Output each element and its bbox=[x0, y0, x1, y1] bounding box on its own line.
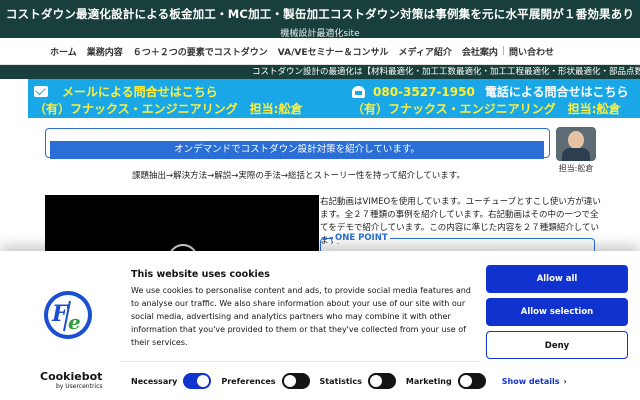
show-details-link[interactable]: Show details › bbox=[502, 377, 567, 386]
nav-cost-elements[interactable]: ６つ＋２つの要素でコストダウン bbox=[133, 45, 268, 58]
mail-contact-banner[interactable]: メールによる問合せはこちら （有）フナックス・エンジニアリング 担当:舩倉 bbox=[28, 79, 320, 118]
cookie-body: We use cookies to personalise content an… bbox=[131, 286, 471, 347]
preferences-switch[interactable] bbox=[281, 373, 310, 389]
toggle-statistics: Statistics bbox=[320, 373, 396, 389]
statistics-switch[interactable] bbox=[367, 373, 396, 389]
mail-icon bbox=[34, 86, 48, 97]
marketing-switch[interactable] bbox=[457, 373, 486, 389]
nav-company[interactable]: 会社案内 bbox=[462, 45, 498, 58]
deny-button[interactable]: Deny bbox=[486, 331, 628, 359]
staff-profile: 担当:舩倉 bbox=[552, 127, 600, 173]
main-nav: ホーム 業務内容 ６つ＋２つの要素でコストダウン VA/VEセミナー＆コンサル … bbox=[0, 38, 640, 65]
site-headline: コストダウン最適化設計による板金加工・MC加工・製缶加工コストダウン対策は事例集… bbox=[5, 7, 635, 21]
cookie-consent-dialog: F e Cookiebot by Usercentrics This websi… bbox=[0, 251, 640, 400]
cookiebot-logo: Cookiebot bbox=[40, 370, 103, 383]
cookie-title: This website uses cookies bbox=[131, 269, 270, 280]
mail-contact-title: メールによる問合せはこちら bbox=[62, 85, 218, 99]
toggle-label: Necessary bbox=[131, 376, 178, 386]
tel-contact-banner[interactable]: 080-3527-1950 電話による問合せはこちら （有）フナックス・エンジニ… bbox=[320, 79, 640, 118]
toggle-label: Statistics bbox=[319, 376, 362, 386]
allow-all-button[interactable]: Allow all bbox=[486, 265, 628, 293]
avatar bbox=[556, 127, 596, 161]
nav-home[interactable]: ホーム bbox=[50, 45, 77, 58]
show-details-label: Show details bbox=[501, 376, 560, 386]
one-point-box: ONE POINT bbox=[320, 233, 595, 252]
mail-contact-company: （有）フナックス・エンジニアリング 担当:舩倉 bbox=[34, 102, 303, 116]
toggle-necessary: Necessary bbox=[131, 373, 212, 389]
toggle-label: Marketing bbox=[405, 376, 452, 386]
svg-text:e: e bbox=[68, 310, 81, 334]
cookie-toggles: Necessary Preferences Statistics Marketi… bbox=[131, 373, 567, 389]
site-header: コストダウン最適化設計による板金加工・MC加工・製缶加工コストダウン対策は事例集… bbox=[0, 0, 640, 39]
necessary-switch[interactable] bbox=[183, 373, 212, 389]
nav-contact[interactable]: 問い合わせ bbox=[509, 45, 554, 58]
tel-contact-company: （有）フナックス・エンジニアリング 担当:舩倉 bbox=[352, 102, 621, 116]
allow-selection-button[interactable]: Allow selection bbox=[486, 298, 628, 326]
one-point-label: ONE POINT bbox=[333, 233, 390, 243]
nav-seminar[interactable]: VA/VEセミナー＆コンサル bbox=[278, 45, 389, 58]
avatar-label: 担当:舩倉 bbox=[558, 164, 594, 173]
nav-media[interactable]: メディア紹介 bbox=[399, 45, 452, 58]
toggle-preferences: Preferences bbox=[221, 373, 310, 389]
tel-contact-title: 電話による問合せはこちら bbox=[484, 85, 629, 99]
news-ticker: コストダウン設計の最適化は【材料最適化・加工工数最適化・加工工程最適化・形状最適… bbox=[0, 65, 640, 79]
phone-icon bbox=[352, 85, 365, 98]
nav-divider: | bbox=[501, 46, 505, 56]
toggle-label: Preferences bbox=[221, 376, 276, 386]
intro-heading: オンデマンドでコストダウン設計対策を紹介しています。 bbox=[50, 141, 544, 159]
chevron-right-icon: › bbox=[563, 376, 567, 386]
video-player[interactable] bbox=[45, 195, 319, 274]
cookiebot-sub: by Usercentrics bbox=[56, 383, 103, 390]
company-logo-icon: F e bbox=[44, 291, 92, 339]
tel-number: 080-3527-1950 bbox=[373, 84, 475, 99]
cookie-divider bbox=[120, 361, 480, 362]
process-flow-text: 課題抽出→解決方法→解説→実際の手法→総括とストーリー性を持って紹介しています。 bbox=[132, 171, 465, 181]
intro-box: オンデマンドでコストダウン設計対策を紹介しています。 bbox=[45, 128, 550, 159]
toggle-marketing: Marketing bbox=[406, 373, 486, 389]
nav-services[interactable]: 業務内容 bbox=[87, 45, 123, 58]
